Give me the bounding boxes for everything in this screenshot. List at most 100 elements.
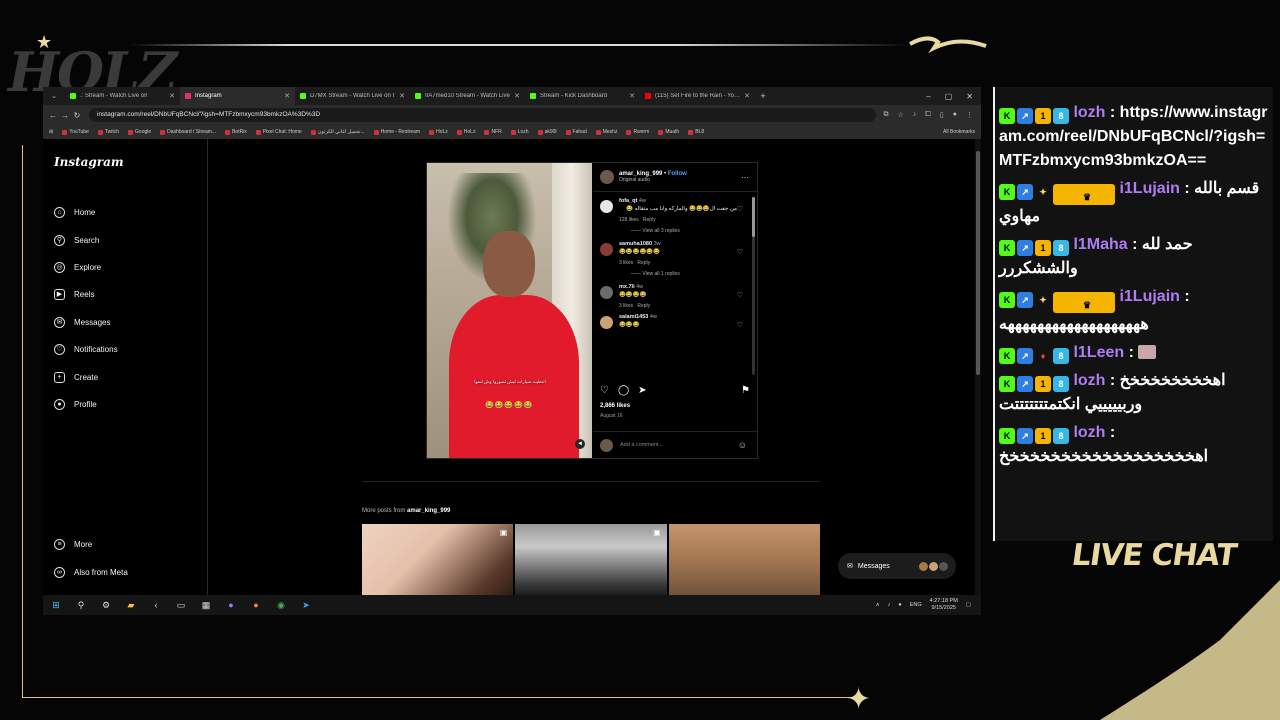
firefox-icon[interactable]: ● bbox=[250, 600, 262, 610]
sidebar-icon[interactable]: ▯ bbox=[940, 111, 944, 119]
commenter-username[interactable]: mx.7li bbox=[619, 284, 635, 290]
steam-icon[interactable]: ➤ bbox=[300, 600, 312, 611]
bookmark-item[interactable]: YouTube bbox=[62, 129, 89, 135]
instagram-logo[interactable]: Instagram bbox=[54, 155, 124, 169]
comment-like-heart-icon[interactable]: ♡ bbox=[737, 291, 743, 299]
forward-icon[interactable]: → bbox=[59, 111, 71, 120]
save-bookmark-icon[interactable]: ⚑ bbox=[741, 385, 750, 396]
bookmark-item[interactable]: Twitch bbox=[97, 129, 119, 135]
chat-username[interactable]: l1Leen bbox=[1073, 344, 1124, 361]
app-icon[interactable]: ‹ bbox=[150, 600, 162, 610]
browser-tab[interactable]: IIA7med10 Stream - Watch Live ✕ bbox=[410, 87, 525, 105]
post-thumbnail[interactable]: ▣ bbox=[362, 524, 514, 599]
bookmark-item[interactable]: BotRix bbox=[225, 129, 247, 135]
browser-tab[interactable]: Stream - Kick Dashboard ✕ bbox=[525, 87, 640, 105]
tab-close-icon[interactable]: ✕ bbox=[284, 92, 290, 100]
more-options-icon[interactable]: ··· bbox=[741, 173, 757, 182]
mic-icon[interactable]: ● bbox=[898, 602, 901, 608]
cast-icon[interactable]: ⧉ bbox=[884, 111, 889, 119]
commenter-username[interactable]: samuha1080 bbox=[619, 241, 652, 247]
bookmark-item[interactable]: تحميل اغاني الكرتون... bbox=[310, 129, 365, 135]
browser-tab[interactable]: Instagram ✕ bbox=[180, 87, 295, 105]
post-thumbnail[interactable]: ▣ bbox=[515, 524, 667, 599]
comment-like-heart-icon[interactable]: ♡ bbox=[737, 321, 743, 329]
likes-count[interactable]: 2,866 likes bbox=[600, 403, 630, 409]
nav-item-also-from-meta[interactable]: ∞ Also from Meta bbox=[54, 558, 128, 585]
more-posts-user-link[interactable]: amar_king_999 bbox=[407, 508, 450, 514]
nav-item-search[interactable]: ⚲ Search bbox=[54, 226, 118, 253]
nav-item-explore[interactable]: ◎ Explore bbox=[54, 254, 118, 281]
chat-username[interactable]: i1Lujain bbox=[1119, 288, 1179, 305]
back-icon[interactable]: ← bbox=[47, 111, 59, 120]
comment-like-heart-icon[interactable]: ♡ bbox=[737, 205, 743, 213]
chrome-icon[interactable]: ◉ bbox=[275, 600, 287, 611]
bookmark-item[interactable]: BL8 bbox=[688, 129, 704, 135]
tab-close-icon[interactable]: ✕ bbox=[629, 92, 635, 100]
comment-likes[interactable]: 3 likes bbox=[619, 260, 633, 266]
chat-username[interactable]: lozh bbox=[1073, 104, 1105, 121]
commenter-avatar[interactable] bbox=[600, 286, 613, 299]
emoji-icon[interactable]: ☺ bbox=[738, 440, 757, 450]
volume-icon[interactable]: ♪ bbox=[888, 602, 891, 608]
app-icon[interactable]: ▦ bbox=[200, 600, 212, 611]
bookmark-item[interactable]: Muath bbox=[658, 129, 679, 135]
tab-close-icon[interactable]: ✕ bbox=[514, 92, 520, 100]
nav-item-profile[interactable]: ● Profile bbox=[54, 391, 118, 418]
browser-tab[interactable]: .: Stream - Watch Live on ✕ bbox=[65, 87, 180, 105]
terminal-icon[interactable]: ▭ bbox=[175, 600, 187, 611]
all-bookmarks-button[interactable]: All Bookmarks bbox=[943, 129, 981, 135]
minimize-icon[interactable]: – bbox=[926, 92, 930, 101]
file-explorer-icon[interactable]: ▰ bbox=[125, 600, 137, 611]
bookmark-item[interactable]: Google bbox=[128, 129, 151, 135]
reel-video[interactable]: اعطيت سيارات ليش تصوروا وش اسوا 😂😂😂😂😂 ◄ bbox=[427, 163, 592, 458]
url-input[interactable]: instagram.com/reel/DNbUFqBCNcl/?igsh=MTF… bbox=[89, 108, 876, 122]
bookmark-item[interactable]: Dashboard / Stream... bbox=[160, 129, 216, 135]
chat-username[interactable]: lozh bbox=[1073, 372, 1105, 389]
author-avatar[interactable] bbox=[600, 170, 614, 184]
comment-icon[interactable]: ◯ bbox=[618, 385, 629, 396]
profile-icon[interactable]: ● bbox=[953, 111, 957, 119]
mute-icon[interactable]: ◄ bbox=[575, 439, 585, 449]
comments-scrollbar[interactable] bbox=[752, 197, 755, 375]
messages-pill-button[interactable]: ✉ Messages bbox=[838, 553, 956, 579]
comment-like-heart-icon[interactable]: ♡ bbox=[737, 248, 743, 256]
chat-username[interactable]: i1Lujain bbox=[1119, 180, 1179, 197]
post-thumbnail[interactable] bbox=[668, 524, 820, 599]
tab-close-icon[interactable]: ✕ bbox=[399, 92, 405, 100]
tab-search-icon[interactable]: ⌄ bbox=[43, 92, 65, 100]
commenter-avatar[interactable] bbox=[600, 243, 613, 256]
apps-grid-icon[interactable]: ⊞ bbox=[49, 129, 53, 135]
search-icon[interactable]: ⚲ bbox=[75, 600, 87, 611]
original-audio-link[interactable]: Original audio bbox=[619, 177, 687, 183]
bookmark-item[interactable]: Fahad bbox=[565, 129, 587, 135]
bookmark-item[interactable]: HoLz bbox=[429, 129, 448, 135]
view-replies-button[interactable]: —— View all 1 replies bbox=[631, 271, 737, 277]
tray-chevron-icon[interactable]: ∧ bbox=[876, 602, 880, 608]
like-heart-icon[interactable]: ♡ bbox=[600, 385, 609, 396]
nav-item-more[interactable]: ≡ More bbox=[54, 531, 128, 558]
bookmark-item[interactable]: Meshz bbox=[595, 129, 617, 135]
reply-button[interactable]: Reply bbox=[637, 260, 650, 266]
reply-button[interactable]: Reply bbox=[643, 217, 656, 223]
new-tab-button[interactable]: + bbox=[755, 91, 771, 101]
tab-close-icon[interactable]: ✕ bbox=[169, 92, 175, 100]
bookmark-star-icon[interactable]: ☆ bbox=[898, 111, 904, 119]
commenter-username[interactable]: fofa_qt bbox=[619, 198, 637, 204]
maximize-icon[interactable]: ▢ bbox=[945, 92, 953, 101]
extension-icon[interactable]: ⧠ bbox=[925, 111, 931, 119]
nav-item-notifications[interactable]: ♡ Notifications bbox=[54, 336, 118, 363]
bookmark-item[interactable]: Home - Restream bbox=[373, 129, 420, 135]
language-indicator[interactable]: ENG bbox=[910, 602, 922, 608]
nav-item-reels[interactable]: ▶ Reels bbox=[54, 281, 118, 308]
notification-icon[interactable]: ▢ bbox=[966, 602, 971, 608]
browser-tab[interactable]: (115) Set Fire to the Rain - YouTube ✕ bbox=[640, 87, 755, 105]
obs-icon[interactable]: ● bbox=[225, 600, 237, 610]
follow-button[interactable]: Follow bbox=[668, 171, 687, 177]
bookmark-item[interactable]: HoLz bbox=[456, 129, 475, 135]
view-replies-button[interactable]: —— View all 3 replies bbox=[631, 228, 737, 234]
comment-likes[interactable]: 128 likes bbox=[619, 217, 639, 223]
page-scrollbar[interactable] bbox=[975, 139, 981, 599]
bookmark-item[interactable]: Pixel Chat: Home bbox=[255, 129, 302, 135]
add-comment-input[interactable]: Add a comment... bbox=[620, 442, 663, 448]
close-window-icon[interactable]: ✕ bbox=[966, 92, 973, 101]
